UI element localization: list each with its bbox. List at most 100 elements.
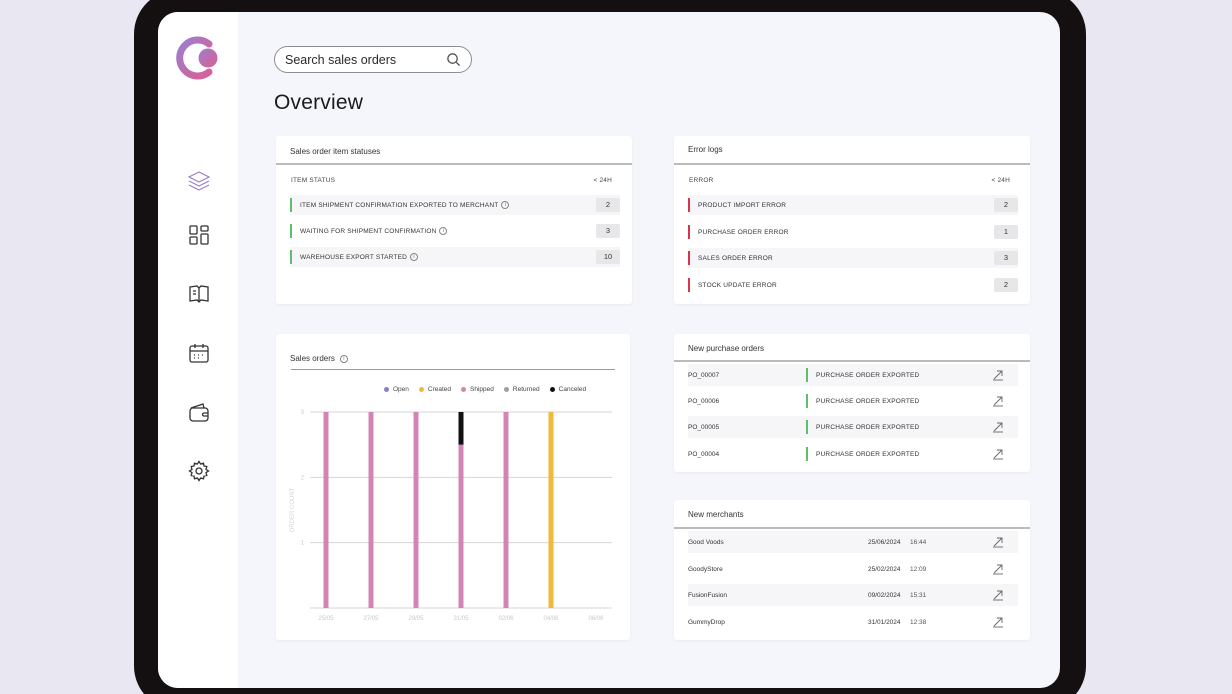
info-icon[interactable]: i bbox=[410, 253, 419, 261]
merchant-date: 31/01/2024 bbox=[868, 618, 901, 626]
merchant-name: GoodyStore bbox=[688, 565, 723, 573]
merchant-time: 15:31 bbox=[910, 591, 927, 599]
merchant-date: 25/06/2024 bbox=[868, 538, 901, 546]
error-indicator bbox=[688, 225, 690, 239]
status-indicator bbox=[806, 394, 808, 408]
error-label: PURCHASE ORDER ERROR bbox=[698, 228, 789, 236]
search-bar[interactable]: Search sales orders bbox=[274, 46, 472, 73]
column-header-window: < 24H bbox=[991, 177, 1010, 184]
status-row[interactable]: ITEM SHIPMENT CONFIRMATION EXPORTED TO M… bbox=[290, 195, 620, 215]
error-indicator bbox=[688, 251, 690, 265]
po-status: PURCHASE ORDER EXPORTED bbox=[816, 423, 920, 431]
external-link-icon[interactable] bbox=[992, 369, 1004, 381]
info-icon[interactable]: i bbox=[439, 227, 448, 235]
card-title: New merchants bbox=[688, 510, 744, 519]
purchase-order-row[interactable]: PO_00005 PURCHASE ORDER EXPORTED bbox=[688, 416, 1018, 438]
status-row[interactable]: WAITING FOR SHIPMENT CONFIRMATION i 3 bbox=[290, 221, 620, 241]
bar-canceled bbox=[458, 412, 464, 445]
error-label: SALES ORDER ERROR bbox=[698, 254, 773, 262]
count-badge: 2 bbox=[994, 198, 1018, 212]
y-axis-label: ORDER COUNT bbox=[290, 487, 296, 532]
status-label: ITEM SHIPMENT CONFIRMATION EXPORTED TO M… bbox=[300, 201, 499, 209]
merchant-name: Good Voods bbox=[688, 538, 724, 546]
external-link-icon[interactable] bbox=[992, 563, 1004, 575]
count-badge: 2 bbox=[596, 198, 620, 212]
calendar-icon bbox=[189, 344, 209, 363]
sidebar-item-settings[interactable] bbox=[186, 458, 212, 484]
x-tick-label: 02/06 bbox=[498, 616, 514, 622]
merchant-row[interactable]: Good Voods 25/06/2024 16:44 bbox=[688, 531, 1018, 553]
info-icon[interactable]: i bbox=[501, 201, 510, 209]
error-label: PRODUCT IMPORT ERROR bbox=[698, 201, 787, 209]
po-status: PURCHASE ORDER EXPORTED bbox=[816, 397, 920, 405]
external-link-icon[interactable] bbox=[992, 536, 1004, 548]
sidebar-item-calendar[interactable] bbox=[186, 340, 212, 366]
column-header-window: < 24H bbox=[593, 177, 612, 184]
sidebar-item-catalog[interactable] bbox=[186, 281, 212, 307]
po-status: PURCHASE ORDER EXPORTED bbox=[816, 371, 920, 379]
merchant-time: 12:38 bbox=[910, 618, 927, 626]
sidebar bbox=[158, 12, 238, 688]
external-link-icon[interactable] bbox=[992, 616, 1004, 628]
sidebar-item-dashboard[interactable] bbox=[186, 222, 212, 248]
page-title: Overview bbox=[274, 91, 364, 114]
search-input[interactable]: Search sales orders bbox=[285, 53, 446, 67]
divider bbox=[276, 163, 632, 165]
status-indicator bbox=[290, 250, 292, 264]
wallet-icon bbox=[189, 403, 209, 422]
merchant-time: 12:09 bbox=[910, 565, 927, 573]
column-header-status: ITEM STATUS bbox=[291, 177, 336, 184]
y-tick-label: 3 bbox=[301, 410, 305, 416]
status-indicator bbox=[806, 420, 808, 434]
card-title: Error logs bbox=[688, 145, 723, 154]
error-row[interactable]: PURCHASE ORDER ERROR 1 bbox=[688, 222, 1018, 242]
po-id: PO_00005 bbox=[688, 423, 720, 431]
sales-orders-card: Sales orders i Open Created Shipped Retu… bbox=[276, 334, 630, 640]
card-title: Sales order item statuses bbox=[290, 147, 381, 156]
error-row[interactable]: STOCK UPDATE ERROR 2 bbox=[688, 275, 1018, 295]
bar-shipped bbox=[413, 412, 419, 608]
merchants-card: New merchants Good Voods 25/06/2024 16:4… bbox=[674, 500, 1030, 640]
layers-icon bbox=[187, 171, 211, 191]
merchant-row[interactable]: GoodyStore 25/02/2024 12:09 bbox=[688, 558, 1018, 580]
divider bbox=[674, 163, 1030, 165]
merchant-date: 25/02/2024 bbox=[868, 565, 901, 573]
count-badge: 2 bbox=[994, 278, 1018, 292]
bar-created bbox=[548, 412, 554, 608]
book-icon bbox=[189, 285, 209, 303]
status-row[interactable]: WAREHOUSE EXPORT STARTED i 10 bbox=[290, 247, 620, 267]
bar-shipped bbox=[458, 444, 464, 608]
x-tick-label: 27/05 bbox=[363, 616, 379, 622]
merchant-row[interactable]: FusionFusion 09/02/2024 15:31 bbox=[688, 584, 1018, 606]
y-tick-label: 2 bbox=[301, 475, 305, 481]
sidebar-item-wallet[interactable] bbox=[186, 399, 212, 425]
merchant-date: 09/02/2024 bbox=[868, 591, 901, 599]
divider bbox=[674, 360, 1030, 362]
purchase-order-row[interactable]: PO_00007 PURCHASE ORDER EXPORTED bbox=[688, 364, 1018, 386]
external-link-icon[interactable] bbox=[992, 421, 1004, 433]
external-link-icon[interactable] bbox=[992, 395, 1004, 407]
gear-icon bbox=[188, 460, 210, 482]
merchant-row[interactable]: GummyDrop 31/01/2024 12:38 bbox=[688, 611, 1018, 633]
error-row[interactable]: SALES ORDER ERROR 3 bbox=[688, 248, 1018, 268]
count-badge: 10 bbox=[596, 250, 620, 264]
external-link-icon[interactable] bbox=[992, 448, 1004, 460]
external-link-icon[interactable] bbox=[992, 589, 1004, 601]
error-logs-card: Error logs ERROR < 24H PRODUCT IMPORT ER… bbox=[674, 136, 1030, 304]
search-icon[interactable] bbox=[446, 52, 461, 67]
bar-shipped bbox=[368, 412, 374, 608]
x-tick-label: 06/06 bbox=[588, 616, 604, 622]
status-indicator bbox=[806, 447, 808, 461]
error-row[interactable]: PRODUCT IMPORT ERROR 2 bbox=[688, 195, 1018, 215]
purchase-order-row[interactable]: PO_00004 PURCHASE ORDER EXPORTED bbox=[688, 443, 1018, 465]
po-id: PO_00004 bbox=[688, 450, 720, 458]
error-indicator bbox=[688, 198, 690, 212]
item-statuses-card: Sales order item statuses ITEM STATUS < … bbox=[276, 136, 632, 304]
error-label: STOCK UPDATE ERROR bbox=[698, 281, 777, 289]
brand-logo bbox=[176, 36, 218, 80]
x-tick-label: 31/05 bbox=[453, 616, 469, 622]
status-indicator bbox=[806, 368, 808, 382]
sidebar-item-layers[interactable] bbox=[186, 168, 212, 194]
y-tick-label: 1 bbox=[301, 541, 305, 547]
purchase-order-row[interactable]: PO_00006 PURCHASE ORDER EXPORTED bbox=[688, 390, 1018, 412]
